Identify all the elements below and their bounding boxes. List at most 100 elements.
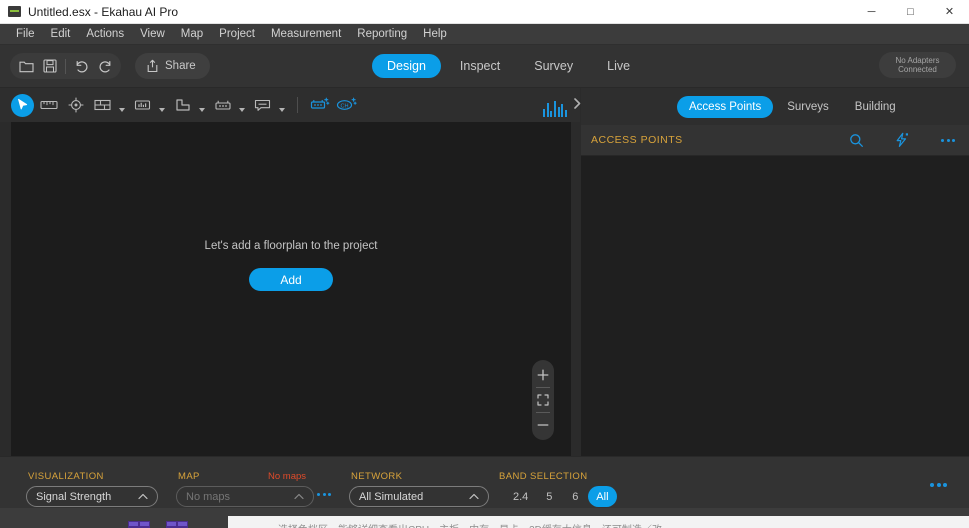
mode-tab-bar: Design Inspect Survey Live [372,54,645,78]
window-controls: ─ □ ✕ [852,0,969,24]
map-warning: No maps [268,471,306,482]
background-window-icons [128,521,188,528]
band-option-5[interactable]: 5 [536,486,562,507]
bottom-more-options-icon[interactable] [930,483,947,487]
menu-item-help[interactable]: Help [415,26,455,42]
menu-item-view[interactable]: View [132,26,173,42]
tools-toolbar: CH [0,88,580,122]
note-tool-chevron-down-icon[interactable] [275,94,288,116]
select-tool[interactable] [11,94,34,117]
right-panel-title: ACCESS POINTS [591,134,683,146]
ekahau-app-icon [8,6,21,17]
coverage-area-tool[interactable] [170,93,208,118]
map-more-options-icon[interactable] [317,493,331,496]
lightning-bolt-icon[interactable] [891,129,913,151]
bottom-status-bar: VISUALIZATION Signal Strength MAP No map… [0,456,969,508]
title-bar: Untitled.esx - Ekahau AI Pro ─ □ ✕ [0,0,969,24]
visualization-chevron-up-icon [138,493,148,500]
background-icon [128,521,150,528]
attenuation-area-tool[interactable] [130,93,168,118]
select-cursor-icon[interactable] [11,94,34,117]
band-option-all[interactable]: All [588,486,616,507]
map-value: No maps [186,491,230,503]
measure-tool[interactable] [36,93,61,118]
share-label: Share [165,60,196,72]
tab-inspect[interactable]: Inspect [445,54,515,78]
network-value: All Simulated [359,491,423,503]
coverage-area-icon[interactable] [170,93,195,118]
network-label: NETWORK [351,471,402,482]
zoom-fit-icon[interactable] [532,388,554,412]
network-select[interactable]: All Simulated [349,486,489,507]
band-option-2-4[interactable]: 2.4 [505,486,536,507]
zoom-controls [532,360,554,440]
add-floorplan-button[interactable]: Add [249,268,333,291]
adapter-status-line2: Connected [898,65,937,74]
auto-plan-ap-tool[interactable] [307,93,332,118]
zoom-out-icon[interactable] [532,413,554,437]
coverage-tool-chevron-down-icon[interactable] [195,94,208,116]
wall-tool-chevron-down-icon[interactable] [115,94,128,116]
note-icon[interactable] [250,93,275,118]
close-button[interactable]: ✕ [930,0,969,24]
more-dots [930,483,947,487]
visualization-select[interactable]: Signal Strength [26,486,158,507]
floorplan-canvas[interactable]: Let's add a floorplan to the project Add [11,122,571,456]
open-project-icon[interactable] [14,54,38,78]
tab-live[interactable]: Live [592,54,645,78]
access-point-tool[interactable] [210,93,248,118]
menu-item-measurement[interactable]: Measurement [263,26,349,42]
attenuation-area-icon[interactable] [130,93,155,118]
redo-icon[interactable] [93,54,117,78]
background-icon [166,521,188,528]
band-option-6[interactable]: 6 [562,486,588,507]
note-tool[interactable] [250,93,288,118]
ruler-icon[interactable] [36,93,61,118]
search-icon[interactable] [845,129,867,151]
access-points-list[interactable] [581,156,969,456]
auto-channel-icon[interactable]: CH [334,93,359,118]
requirement-target-icon[interactable] [63,93,88,118]
empty-canvas-message: Let's add a floorplan to the project [11,240,571,252]
share-upload-icon [146,59,159,73]
menu-item-edit[interactable]: Edit [43,26,79,42]
background-window: 选择色档区，能够详细查看出CPU、主板、内存、显卡、3D缓存大信息，还可制造／改… [0,508,969,528]
spectrum-chart-icon[interactable] [543,93,567,117]
zoom-in-icon[interactable] [532,363,554,387]
attenuation-tool-chevron-down-icon[interactable] [155,94,168,116]
requirement-tool[interactable] [63,93,88,118]
tools-divider [297,97,298,113]
menu-item-file[interactable]: File [8,26,43,42]
wall-icon[interactable] [90,93,115,118]
menu-bar: File Edit Actions View Map Project Measu… [0,24,969,45]
map-label: MAP [178,471,200,482]
map-select[interactable]: No maps [176,486,314,507]
undo-icon[interactable] [69,54,93,78]
save-project-icon[interactable] [38,54,62,78]
maximize-button[interactable]: □ [891,0,930,24]
wall-tool[interactable] [90,93,128,118]
tab-access-points[interactable]: Access Points [677,96,773,118]
ap-tool-chevron-down-icon[interactable] [235,94,248,116]
adapter-status-badge[interactable]: No Adapters Connected [879,52,956,78]
access-point-icon[interactable] [210,93,235,118]
menu-item-map[interactable]: Map [173,26,211,42]
auto-plan-ap-icon[interactable] [307,93,332,118]
auto-channel-tool[interactable]: CH [334,93,359,118]
menu-item-reporting[interactable]: Reporting [349,26,415,42]
band-selection-group: 2.4 5 6 All [505,486,617,507]
share-button[interactable]: Share [135,53,210,79]
network-chevron-up-icon [469,493,479,500]
menu-item-project[interactable]: Project [211,26,263,42]
band-selection-label: BAND SELECTION [499,471,587,482]
tab-design[interactable]: Design [372,54,441,78]
more-options-icon[interactable] [937,129,959,151]
tab-survey[interactable]: Survey [519,54,588,78]
menu-item-actions[interactable]: Actions [78,26,132,42]
right-panel-header: ACCESS POINTS [581,125,969,156]
minimize-button[interactable]: ─ [852,0,891,24]
tab-building[interactable]: Building [843,96,908,118]
adapter-status-line1: No Adapters [895,56,939,65]
tab-surveys[interactable]: Surveys [775,96,841,118]
window-title: Untitled.esx - Ekahau AI Pro [28,5,178,19]
